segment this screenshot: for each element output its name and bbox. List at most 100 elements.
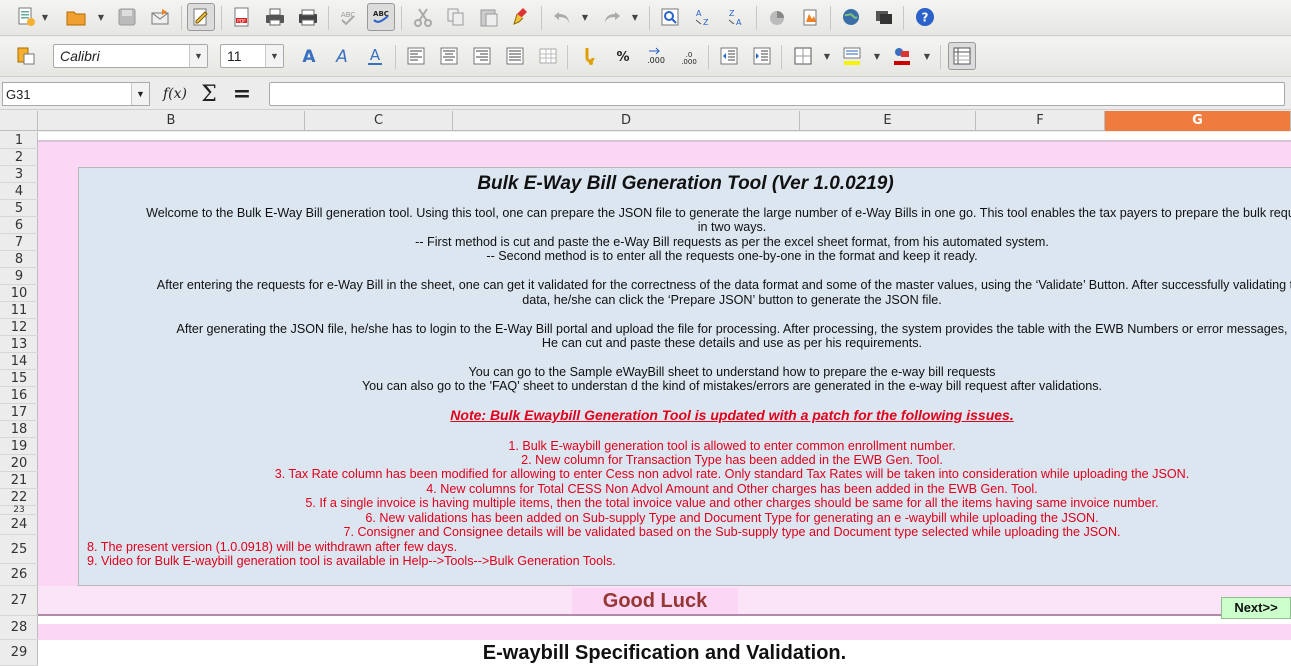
background-color-icon[interactable] — [838, 42, 866, 70]
background-color-dropdown-arrow[interactable]: ▼ — [872, 42, 882, 70]
row-header[interactable]: 20 — [0, 455, 38, 472]
function-wizard-icon[interactable]: f(x) — [162, 82, 188, 106]
increase-indent-icon[interactable] — [748, 42, 776, 70]
clone-format-icon[interactable] — [508, 3, 536, 31]
toggle-view-icon[interactable] — [870, 3, 898, 31]
paste-icon[interactable] — [475, 3, 503, 31]
row-header[interactable]: 1 — [0, 132, 38, 149]
open-dropdown-arrow[interactable]: ▼ — [96, 3, 106, 31]
row-header[interactable]: 22 — [0, 489, 38, 506]
select-all-corner[interactable] — [0, 111, 38, 131]
row-header[interactable]: 4 — [0, 183, 38, 200]
pink-band-left — [38, 167, 78, 586]
undo-dropdown-arrow[interactable]: ▼ — [580, 3, 590, 31]
align-center-icon[interactable] — [435, 42, 463, 70]
add-decimal-icon[interactable]: .0.000 — [675, 42, 703, 70]
row-header[interactable]: 17 — [0, 404, 38, 421]
font-name-combo[interactable]: Calibri ▼ — [53, 44, 208, 68]
row-header[interactable]: 13 — [0, 336, 38, 353]
sort-ascending-icon[interactable]: AZ — [689, 3, 717, 31]
borders-icon[interactable] — [789, 42, 817, 70]
borders-dropdown-arrow[interactable]: ▼ — [822, 42, 832, 70]
row-header[interactable]: 23 — [0, 505, 38, 515]
print-icon[interactable] — [261, 3, 289, 31]
equals-icon[interactable]: = — [229, 81, 255, 107]
row-header[interactable]: 19 — [0, 438, 38, 455]
print-preview-icon[interactable] — [294, 3, 322, 31]
row-header[interactable]: 6 — [0, 217, 38, 234]
column-header-c[interactable]: C — [305, 111, 453, 131]
sheet-grid[interactable]: Bulk E-Way Bill Generation Tool (Ver 1.0… — [38, 132, 1291, 666]
copy-icon[interactable] — [442, 3, 470, 31]
percent-format-icon[interactable]: % — [609, 42, 637, 70]
row-header[interactable]: 15 — [0, 370, 38, 387]
open-folder-icon[interactable] — [62, 3, 90, 31]
number-format-icon[interactable]: .000 — [642, 42, 670, 70]
navigator-icon[interactable] — [656, 3, 684, 31]
column-header-e[interactable]: E — [800, 111, 976, 131]
font-color-dropdown-arrow[interactable]: ▼ — [922, 42, 932, 70]
export-pdf-icon[interactable]: PDF — [228, 3, 256, 31]
row-header[interactable]: 14 — [0, 353, 38, 370]
row-header[interactable]: 29 — [0, 640, 38, 666]
sum-icon[interactable]: Σ — [196, 82, 222, 107]
gallery-icon[interactable] — [796, 3, 824, 31]
row-header[interactable]: 21 — [0, 472, 38, 489]
column-header-b[interactable]: B — [38, 111, 305, 131]
row-header[interactable]: 26 — [0, 564, 38, 586]
font-size-combo[interactable]: 11 ▼ — [220, 44, 284, 68]
row-header[interactable]: 27 — [0, 586, 38, 616]
row-header[interactable]: 16 — [0, 387, 38, 404]
font-color-icon[interactable] — [888, 42, 916, 70]
next-button[interactable]: Next>> — [1221, 597, 1291, 619]
align-right-icon[interactable] — [468, 42, 496, 70]
italic-icon[interactable]: A — [328, 42, 356, 70]
formula-input[interactable] — [269, 82, 1285, 106]
bold-icon[interactable]: A — [295, 42, 323, 70]
row-header[interactable]: 2 — [0, 149, 38, 166]
row-header[interactable]: 24 — [0, 515, 38, 535]
redo-dropdown-arrow[interactable]: ▼ — [630, 3, 640, 31]
autospell-icon[interactable]: ABC — [367, 3, 395, 31]
underline-icon[interactable]: A — [361, 42, 389, 70]
globe-icon[interactable] — [837, 3, 865, 31]
name-box[interactable]: G31 ▼ — [2, 82, 150, 106]
row-header[interactable]: 18 — [0, 421, 38, 438]
justify-icon[interactable] — [501, 42, 529, 70]
row-header[interactable]: 8 — [0, 251, 38, 268]
column-header-d[interactable]: D — [453, 111, 800, 131]
chart-icon[interactable] — [763, 3, 791, 31]
styles-icon[interactable] — [12, 42, 40, 70]
currency-format-icon[interactable] — [576, 42, 604, 70]
row-header[interactable]: 9 — [0, 268, 38, 285]
chevron-down-icon[interactable]: ▼ — [265, 45, 283, 67]
new-dropdown-arrow[interactable]: ▼ — [40, 3, 50, 31]
column-header-f[interactable]: F — [976, 111, 1105, 131]
column-header-g[interactable]: G — [1105, 111, 1291, 131]
email-icon[interactable] — [146, 3, 174, 31]
chevron-down-icon[interactable]: ▼ — [131, 83, 149, 105]
new-document-icon[interactable] — [12, 3, 40, 31]
cut-icon[interactable] — [409, 3, 437, 31]
row-header[interactable]: 25 — [0, 535, 38, 564]
row-header[interactable]: 7 — [0, 234, 38, 251]
row-header[interactable]: 11 — [0, 302, 38, 319]
sort-descending-icon[interactable]: ZA — [722, 3, 750, 31]
undo-icon[interactable] — [548, 3, 576, 31]
decrease-indent-icon[interactable] — [715, 42, 743, 70]
redo-icon[interactable] — [598, 3, 626, 31]
row-headers: 1 2 3 4 5 6 7 8 9 10 11 12 13 14 15 16 1… — [0, 132, 38, 666]
help-icon[interactable]: ? — [911, 3, 939, 31]
align-left-icon[interactable] — [402, 42, 430, 70]
grid-lines-icon[interactable] — [948, 42, 976, 70]
chevron-down-icon[interactable]: ▼ — [189, 45, 207, 67]
row-header[interactable]: 5 — [0, 200, 38, 217]
spellcheck-icon[interactable]: ABC — [334, 3, 362, 31]
save-icon[interactable] — [113, 3, 141, 31]
row-header[interactable]: 12 — [0, 319, 38, 336]
merge-cells-icon[interactable] — [534, 42, 562, 70]
edit-mode-icon[interactable] — [187, 3, 215, 31]
row-header[interactable]: 28 — [0, 616, 38, 640]
row-header[interactable]: 3 — [0, 166, 38, 183]
row-header[interactable]: 10 — [0, 285, 38, 302]
